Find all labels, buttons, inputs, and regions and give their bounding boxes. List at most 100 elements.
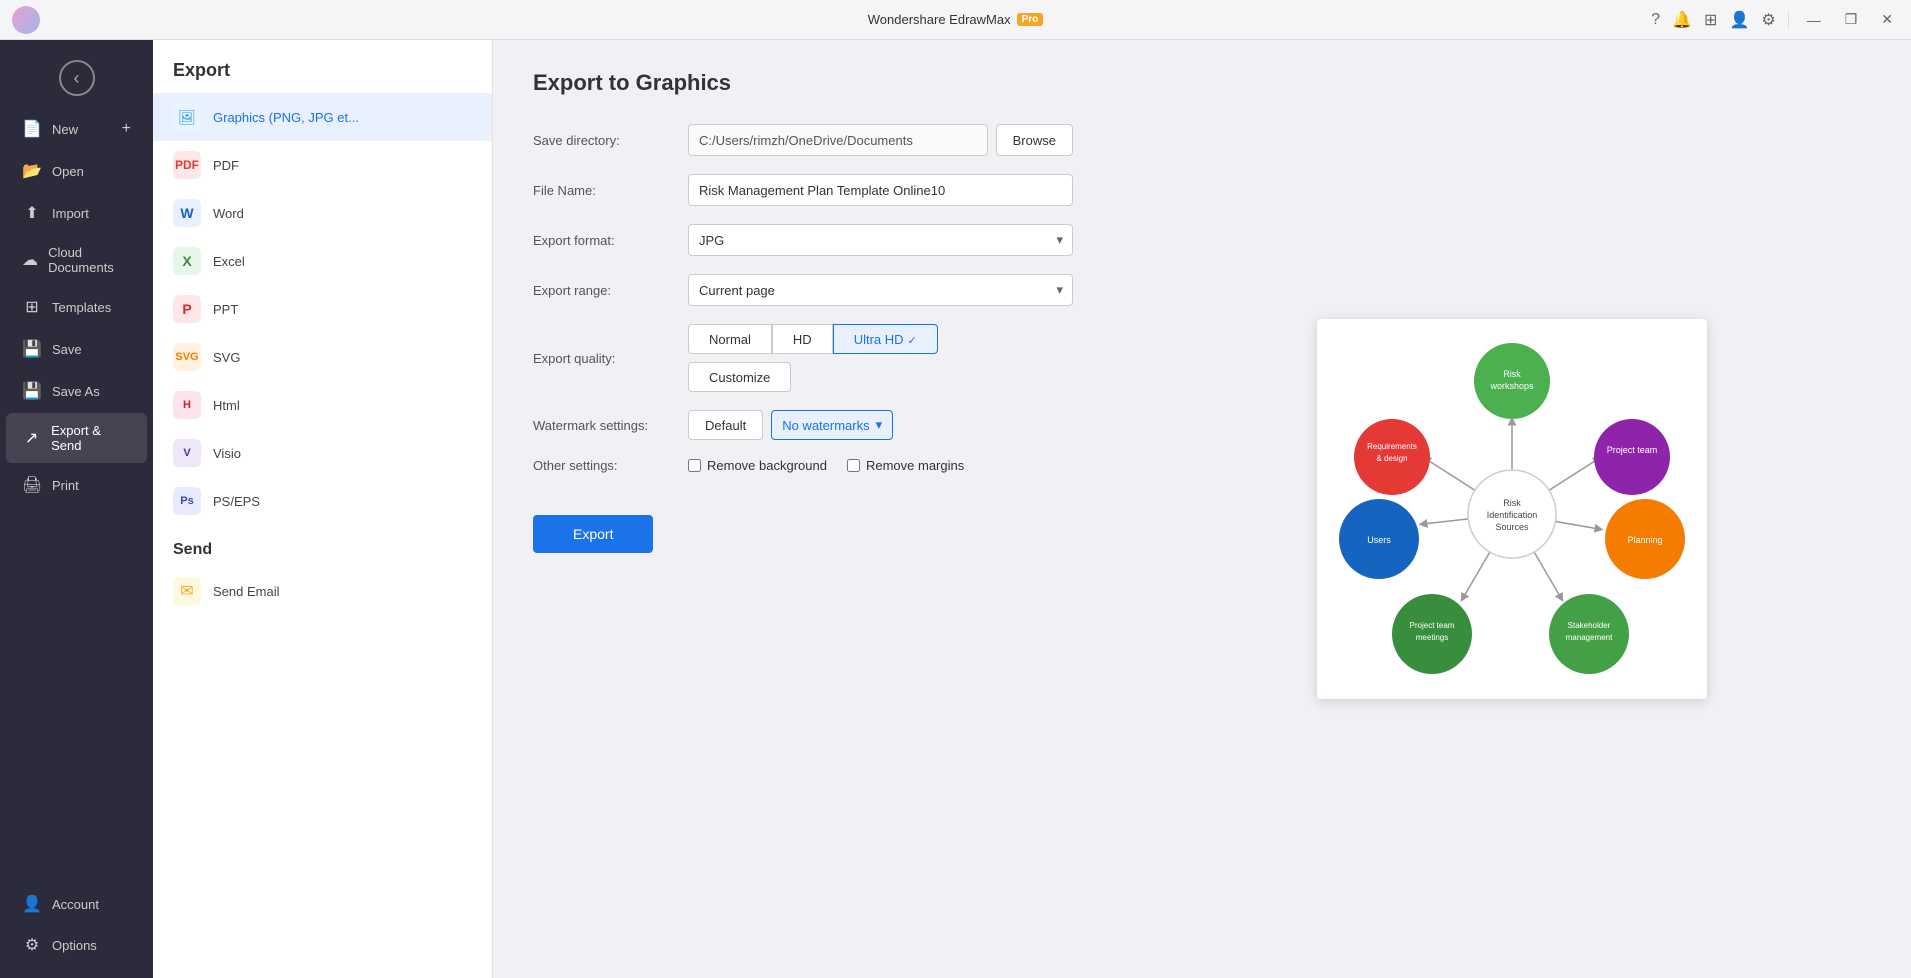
remove-background-checkbox[interactable] [688, 459, 701, 472]
file-name-control [688, 174, 1073, 206]
export-item-pseps[interactable]: Ps PS/EPS [153, 477, 492, 525]
sidebar-item-options[interactable]: ⚙ Options [6, 925, 147, 965]
export-item-graphics[interactable]: 🖼 Graphics (PNG, JPG et... [153, 93, 492, 141]
watermark-control: Default No watermarks ▾ [688, 410, 1073, 440]
open-icon: 📂 [22, 161, 42, 181]
svg-text:Stakeholder: Stakeholder [1568, 621, 1611, 630]
svg-text:Project team: Project team [1607, 445, 1658, 455]
svg-text:Users: Users [1367, 535, 1391, 545]
sidebar-item-saveas[interactable]: 💾 Save As [6, 371, 147, 411]
sidebar-item-cloud[interactable]: ☁ Cloud Documents [6, 235, 147, 285]
export-quality-control: Normal HD Ultra HD Customize [688, 324, 1073, 392]
export-format-row: Export format: JPG PNG GIF BMP [533, 224, 1073, 256]
pdf-icon: PDF [173, 151, 201, 179]
export-item-svg-label: SVG [213, 350, 240, 365]
svg-text:Risk: Risk [1503, 369, 1521, 379]
templates-icon: ⊞ [22, 297, 42, 317]
svg-text:Identification: Identification [1487, 510, 1538, 520]
help-icon[interactable]: ? [1651, 11, 1660, 29]
sidebar-item-save[interactable]: 💾 Save [6, 329, 147, 369]
sidebar-item-open-label: Open [52, 164, 84, 179]
export-range-select[interactable]: Current page All pages Selected objects [688, 274, 1073, 306]
file-name-label: File Name: [533, 183, 688, 198]
notification-icon[interactable]: 🔔 [1672, 10, 1692, 30]
customize-btn[interactable]: Customize [688, 362, 791, 392]
remove-margins-text: Remove margins [866, 458, 964, 473]
export-format-select[interactable]: JPG PNG GIF BMP [688, 224, 1073, 256]
sidebar-item-new[interactable]: 📄 New + [6, 109, 147, 149]
export-item-pdf-label: PDF [213, 158, 239, 173]
form-title: Export to Graphics [533, 70, 1073, 96]
export-item-pdf[interactable]: PDF PDF [153, 141, 492, 189]
ps-icon: Ps [173, 487, 201, 515]
export-item-word[interactable]: W Word [153, 189, 492, 237]
app-title: Wondershare EdrawMax [868, 12, 1011, 27]
sidebar: ‹ 📄 New + 📂 Open ⬆ Import ☁ Cloud Docume… [0, 40, 153, 978]
sidebar-item-templates[interactable]: ⊞ Templates [6, 287, 147, 327]
watermark-dropdown-icon: ▾ [876, 417, 883, 433]
excel-icon: X [173, 247, 201, 275]
quality-normal-btn[interactable]: Normal [688, 324, 772, 354]
remove-margins-label[interactable]: Remove margins [847, 458, 964, 473]
apps-icon[interactable]: ⊞ [1704, 10, 1717, 30]
export-format-label: Export format: [533, 233, 688, 248]
options-icon: ⚙ [22, 935, 42, 955]
export-button[interactable]: Export [533, 515, 653, 553]
close-btn[interactable]: ✕ [1875, 9, 1899, 30]
sidebar-item-account[interactable]: 👤 Account [6, 884, 147, 924]
new-plus-icon: + [122, 120, 131, 138]
html-icon: H [173, 391, 201, 419]
remove-background-text: Remove background [707, 458, 827, 473]
sidebar-item-account-label: Account [52, 897, 99, 912]
remove-margins-checkbox[interactable] [847, 459, 860, 472]
back-icon: ‹ [74, 68, 80, 89]
sidebar-item-new-label: New [52, 122, 78, 137]
watermark-selected[interactable]: No watermarks ▾ [771, 410, 893, 440]
export-item-excel[interactable]: X Excel [153, 237, 492, 285]
export-item-svg[interactable]: SVG SVG [153, 333, 492, 381]
back-button[interactable]: ‹ [0, 48, 153, 108]
minimize-btn[interactable]: — [1801, 10, 1827, 30]
diagram-svg: Risk Identification Sources Risk worksho… [1327, 329, 1697, 689]
avatar[interactable] [12, 6, 40, 34]
saveas-icon: 💾 [22, 381, 42, 401]
sidebar-item-export[interactable]: ↗ Export & Send [6, 413, 147, 463]
export-item-visio-label: Visio [213, 446, 241, 461]
new-icon: 📄 [22, 119, 42, 139]
main-content: Export to Graphics Save directory: Brows… [493, 40, 1911, 978]
browse-button[interactable]: Browse [996, 124, 1073, 156]
export-range-label: Export range: [533, 283, 688, 298]
share-icon[interactable]: 👤 [1729, 10, 1749, 30]
send-header: Send [153, 525, 492, 567]
export-item-word-label: Word [213, 206, 244, 221]
export-item-ppt[interactable]: P PPT [153, 285, 492, 333]
watermark-default-btn[interactable]: Default [688, 410, 763, 440]
sidebar-item-open[interactable]: 📂 Open [6, 151, 147, 191]
svg-text:Sources: Sources [1495, 522, 1529, 532]
preview-card: Risk Identification Sources Risk worksho… [1317, 319, 1707, 699]
remove-background-label[interactable]: Remove background [688, 458, 827, 473]
print-icon: 🖨 [22, 475, 42, 495]
quality-ultrahd-btn[interactable]: Ultra HD [833, 324, 938, 354]
other-settings-label: Other settings: [533, 458, 688, 473]
save-directory-control: Browse [688, 124, 1073, 156]
export-item-html[interactable]: H Html [153, 381, 492, 429]
export-icon: ↗ [22, 428, 41, 448]
sidebar-item-print[interactable]: 🖨 Print [6, 465, 147, 505]
maximize-btn[interactable]: ❐ [1839, 9, 1864, 30]
quality-hd-btn[interactable]: HD [772, 324, 833, 354]
settings-icon[interactable]: ⚙ [1761, 10, 1775, 30]
file-name-row: File Name: [533, 174, 1073, 206]
file-name-input[interactable] [688, 174, 1073, 206]
cloud-icon: ☁ [22, 250, 38, 270]
svg-text:& design: & design [1376, 454, 1407, 463]
export-item-visio[interactable]: V Visio [153, 429, 492, 477]
sidebar-item-import[interactable]: ⬆ Import [6, 193, 147, 233]
send-item-email[interactable]: ✉ Send Email [153, 567, 492, 615]
save-directory-input[interactable] [688, 124, 988, 156]
export-form: Export to Graphics Save directory: Brows… [493, 40, 1113, 978]
send-item-email-label: Send Email [213, 584, 279, 599]
email-icon: ✉ [173, 577, 201, 605]
export-panel-header: Export [153, 40, 492, 93]
svg-icon: SVG [173, 343, 201, 371]
